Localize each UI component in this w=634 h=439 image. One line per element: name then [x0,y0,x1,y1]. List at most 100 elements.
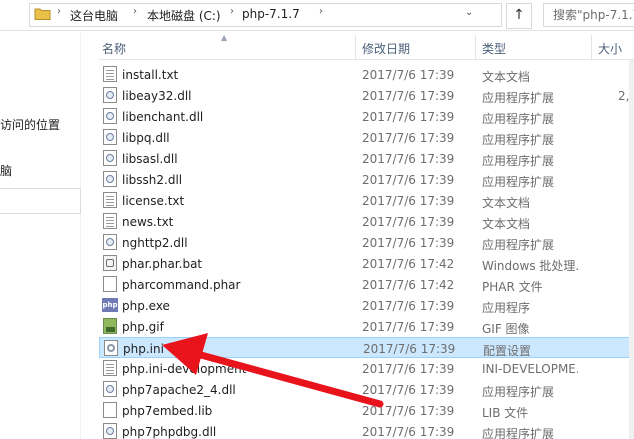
breadcrumb-local-disk[interactable]: 本地磁盘 (C:) [147,7,221,24]
file-date: 2017/7/6 17:39 [362,215,455,229]
file-date: 2017/7/6 17:39 [362,110,455,124]
file-date: 2017/7/6 17:39 [362,89,455,103]
file-date: 2017/7/6 17:39 [362,236,455,250]
column-header: ▲ 名称 修改日期 类型 大小 [99,33,634,60]
table-row[interactable]: libsasl.dll 2017/7/6 17:39 应用程序扩展 [99,148,634,169]
file-date: 2017/7/6 17:39 [363,342,456,356]
file-name: php.gif [122,320,164,334]
file-name: php.ini-development [122,362,247,376]
table-row[interactable]: php7phpdbg.dll 2017/7/6 17:39 应用程序扩展 [99,421,634,439]
file-name: nghttp2.dll [122,236,188,250]
file-name: php.exe [122,299,170,313]
table-row[interactable]: libeay32.dll 2017/7/6 17:39 应用程序扩展 2, [99,85,634,106]
file-size: 2, [618,89,630,103]
column-date[interactable]: 修改日期 [362,40,410,57]
ini-file-icon [104,340,118,356]
file-name: php.ini [123,342,164,356]
breadcrumb-separator[interactable]: › [230,6,234,17]
file-type: 文本文档 [482,196,531,210]
column-type[interactable]: 类型 [482,40,506,57]
file-type: 应用程序扩展 [482,175,555,189]
file-name: libeay32.dll [122,89,192,103]
file-date: 2017/7/6 17:39 [362,362,455,376]
table-row[interactable]: php php.exe 2017/7/6 17:39 应用程序 [99,295,634,316]
file-type: LIB 文件 [482,406,529,420]
nav-item-this-pc[interactable]: 脑 [0,162,12,179]
file-date: 2017/7/6 17:42 [362,257,455,271]
breadcrumb-this-pc[interactable]: 这台电脑 [70,7,118,24]
nav-item-recent-places[interactable]: 访问的位置 [0,116,60,133]
up-arrow-button[interactable]: ↑ [506,3,532,29]
file-type: 应用程序扩展 [482,427,555,439]
file-date: 2017/7/6 17:39 [362,404,455,418]
file-type: 应用程序扩展 [482,91,555,105]
file-date: 2017/7/6 17:39 [362,320,455,334]
table-row[interactable]: php7apache2_4.dll 2017/7/6 17:39 应用程序扩展 [99,379,634,400]
table-row[interactable]: news.txt 2017/7/6 17:39 文本文档 [99,211,634,232]
file-date: 2017/7/6 17:42 [362,278,455,292]
navigation-pane: 访问的位置 脑 [0,31,81,439]
file-type: 应用程序扩展 [482,238,555,252]
txt-file-icon [103,360,117,376]
table-row[interactable]: install.txt 2017/7/6 17:39 文本文档 [99,64,634,85]
file-date: 2017/7/6 17:39 [362,131,455,145]
dll-file-icon [103,108,117,124]
file-name: libssh2.dll [122,173,183,187]
address-bar: › 这台电脑 › 本地磁盘 (C:) › php-7.1.7 › ⌄ ↑ 搜索"… [0,0,634,31]
table-row[interactable]: libssh2.dll 2017/7/6 17:39 应用程序扩展 [99,169,634,190]
dll-file-icon [103,87,117,103]
breadcrumb-php-folder[interactable]: php-7.1.7 [242,7,300,21]
file-date: 2017/7/6 17:39 [362,173,455,187]
txt-file-icon [103,192,117,208]
dll-file-icon [103,234,117,250]
column-size[interactable]: 大小 [598,40,622,57]
table-row[interactable]: php.gif 2017/7/6 17:39 GIF 图像 [99,316,634,337]
file-name: news.txt [122,215,174,229]
file-type: INI-DEVELOPME... [482,362,578,376]
breadcrumb-separator[interactable]: › [57,6,61,17]
file-name: php7embed.lib [122,404,213,418]
file-type: 文本文档 [482,217,531,231]
table-row[interactable]: libpq.dll 2017/7/6 17:39 应用程序扩展 [99,127,634,148]
column-name[interactable]: 名称 [102,40,126,57]
file-type: 配置设置 [483,344,532,358]
table-row[interactable]: php.ini-development 2017/7/6 17:39 INI-DEV… [99,358,634,379]
breadcrumb-separator[interactable]: › [133,6,137,17]
table-row[interactable]: libenchant.dll 2017/7/6 17:39 应用程序扩展 [99,106,634,127]
scrollbar[interactable] [629,60,634,439]
file-name: libsasl.dll [122,152,178,166]
file-date: 2017/7/6 17:39 [362,299,455,313]
bat-file-icon [103,255,117,271]
file-name: license.txt [122,194,185,208]
file-date: 2017/7/6 17:39 [362,425,455,439]
file-name: libpq.dll [122,131,170,145]
table-row[interactable]: phar.phar.bat 2017/7/6 17:42 Windows 批处理..… [99,253,634,274]
file-type: Windows 批处理... [482,259,578,273]
file-name: php7phpdbg.dll [122,425,217,439]
exe-file-icon: php [102,298,118,312]
file-type: GIF 图像 [482,322,530,336]
file-type: 应用程序扩展 [482,112,555,126]
search-input[interactable]: 搜索"php-7.1.7" [543,3,634,27]
file-date: 2017/7/6 17:39 [362,68,455,82]
file-name: php7apache2_4.dll [122,383,236,397]
file-date: 2017/7/6 17:39 [362,383,455,397]
lib-file-icon [103,402,117,418]
gif-file-icon [103,318,117,334]
chevron-down-icon[interactable]: ⌄ [465,7,473,18]
table-row[interactable]: php7embed.lib 2017/7/6 17:39 LIB 文件 [99,400,634,421]
phar-file-icon [103,276,117,292]
nav-item-selected-bg[interactable] [0,188,81,214]
table-row[interactable]: nghttp2.dll 2017/7/6 17:39 应用程序扩展 [99,232,634,253]
dll-file-icon [103,423,117,439]
table-row[interactable]: license.txt 2017/7/6 17:39 文本文档 [99,190,634,211]
table-row[interactable]: pharcommand.phar 2017/7/6 17:42 PHAR 文件 [99,274,634,295]
dll-file-icon [103,129,117,145]
folder-icon [34,8,51,20]
file-type: 应用程序扩展 [482,154,555,168]
file-name: pharcommand.phar [122,278,241,292]
file-date: 2017/7/6 17:39 [362,194,455,208]
dll-file-icon [103,150,117,166]
table-row[interactable]: php.ini 2017/7/6 17:39 配置设置 [99,337,634,358]
breadcrumb-separator[interactable]: › [319,6,323,17]
